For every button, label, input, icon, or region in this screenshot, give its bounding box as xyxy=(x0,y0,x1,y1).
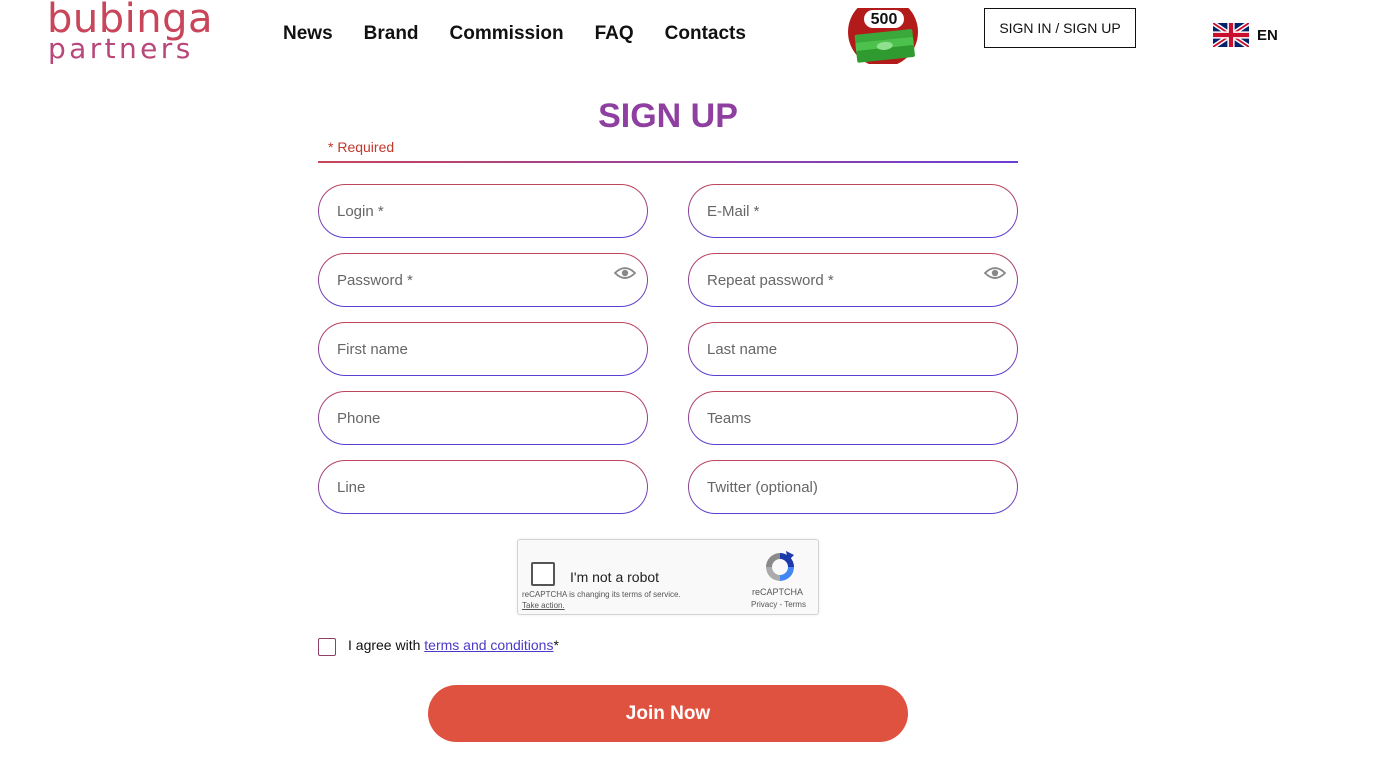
twitter-field xyxy=(688,460,1018,514)
page-title: SIGN UP xyxy=(598,97,738,135)
password-field xyxy=(318,253,648,307)
nav-brand[interactable]: Brand xyxy=(364,22,419,46)
twitter-input[interactable] xyxy=(705,477,959,497)
password-input[interactable] xyxy=(335,270,589,290)
recaptcha-privacy-terms[interactable]: Privacy - Terms xyxy=(751,600,806,609)
recaptcha-logo-icon xyxy=(766,551,794,581)
first-name-input[interactable] xyxy=(335,339,589,359)
show-password-eye-icon[interactable] xyxy=(614,266,636,280)
logo-line-2: partners xyxy=(48,32,194,65)
nav-faq[interactable]: FAQ xyxy=(595,22,634,46)
teams-input[interactable] xyxy=(705,408,959,428)
uk-flag-icon xyxy=(1213,23,1249,47)
agree-terms-checkbox[interactable] xyxy=(318,638,336,656)
nav-contacts[interactable]: Contacts xyxy=(665,22,746,46)
last-name-field xyxy=(688,322,1018,376)
login-field xyxy=(318,184,648,238)
title-divider xyxy=(318,161,1018,163)
last-name-input[interactable] xyxy=(705,339,959,359)
recaptcha-checkbox[interactable] xyxy=(531,562,555,586)
nav-commission[interactable]: Commission xyxy=(450,22,564,46)
bubinga-partners-logo[interactable]: bubinga partners xyxy=(47,0,213,70)
login-input[interactable] xyxy=(335,201,589,221)
recaptcha-label: I'm not a robot xyxy=(570,569,660,585)
recaptcha-notice: reCAPTCHA is changing its terms of servi… xyxy=(522,590,681,599)
language-selector[interactable]: EN xyxy=(1213,23,1278,47)
first-name-field xyxy=(318,322,648,376)
phone-field xyxy=(318,391,648,445)
recaptcha-brand: reCAPTCHA xyxy=(752,587,804,597)
agree-label: I agree with xyxy=(348,637,421,653)
join-now-button[interactable]: Join Now xyxy=(428,685,908,742)
email-field xyxy=(688,184,1018,238)
phone-input[interactable] xyxy=(335,408,589,428)
nav-news[interactable]: News xyxy=(283,22,333,46)
teams-field xyxy=(688,391,1018,445)
money-stack-icon: 500 xyxy=(848,0,918,67)
agree-required-mark: * xyxy=(553,637,559,653)
signin-signup-button[interactable]: SIGN IN / SIGN UP xyxy=(984,8,1136,48)
line-field xyxy=(318,460,648,514)
repeat-password-field xyxy=(688,253,1018,307)
main-nav: News Brand Commission FAQ Contacts xyxy=(283,22,777,46)
agree-terms-text: I agree with terms and conditions* xyxy=(348,637,559,653)
terms-and-conditions-link[interactable]: terms and conditions xyxy=(424,637,553,653)
recaptcha-widget: I'm not a robot reCAPTCHA is changing it… xyxy=(517,539,819,615)
language-code: EN xyxy=(1257,26,1278,44)
line-input[interactable] xyxy=(335,477,589,497)
bonus-amount: 500 xyxy=(871,11,898,28)
email-input[interactable] xyxy=(705,201,959,221)
recaptcha-take-action-link[interactable]: Take action. xyxy=(522,601,565,610)
show-repeat-password-eye-icon[interactable] xyxy=(984,266,1006,280)
bonus-500-badge[interactable]: 500 xyxy=(848,0,920,67)
required-note: * Required xyxy=(328,139,395,155)
repeat-password-input[interactable] xyxy=(705,270,959,290)
